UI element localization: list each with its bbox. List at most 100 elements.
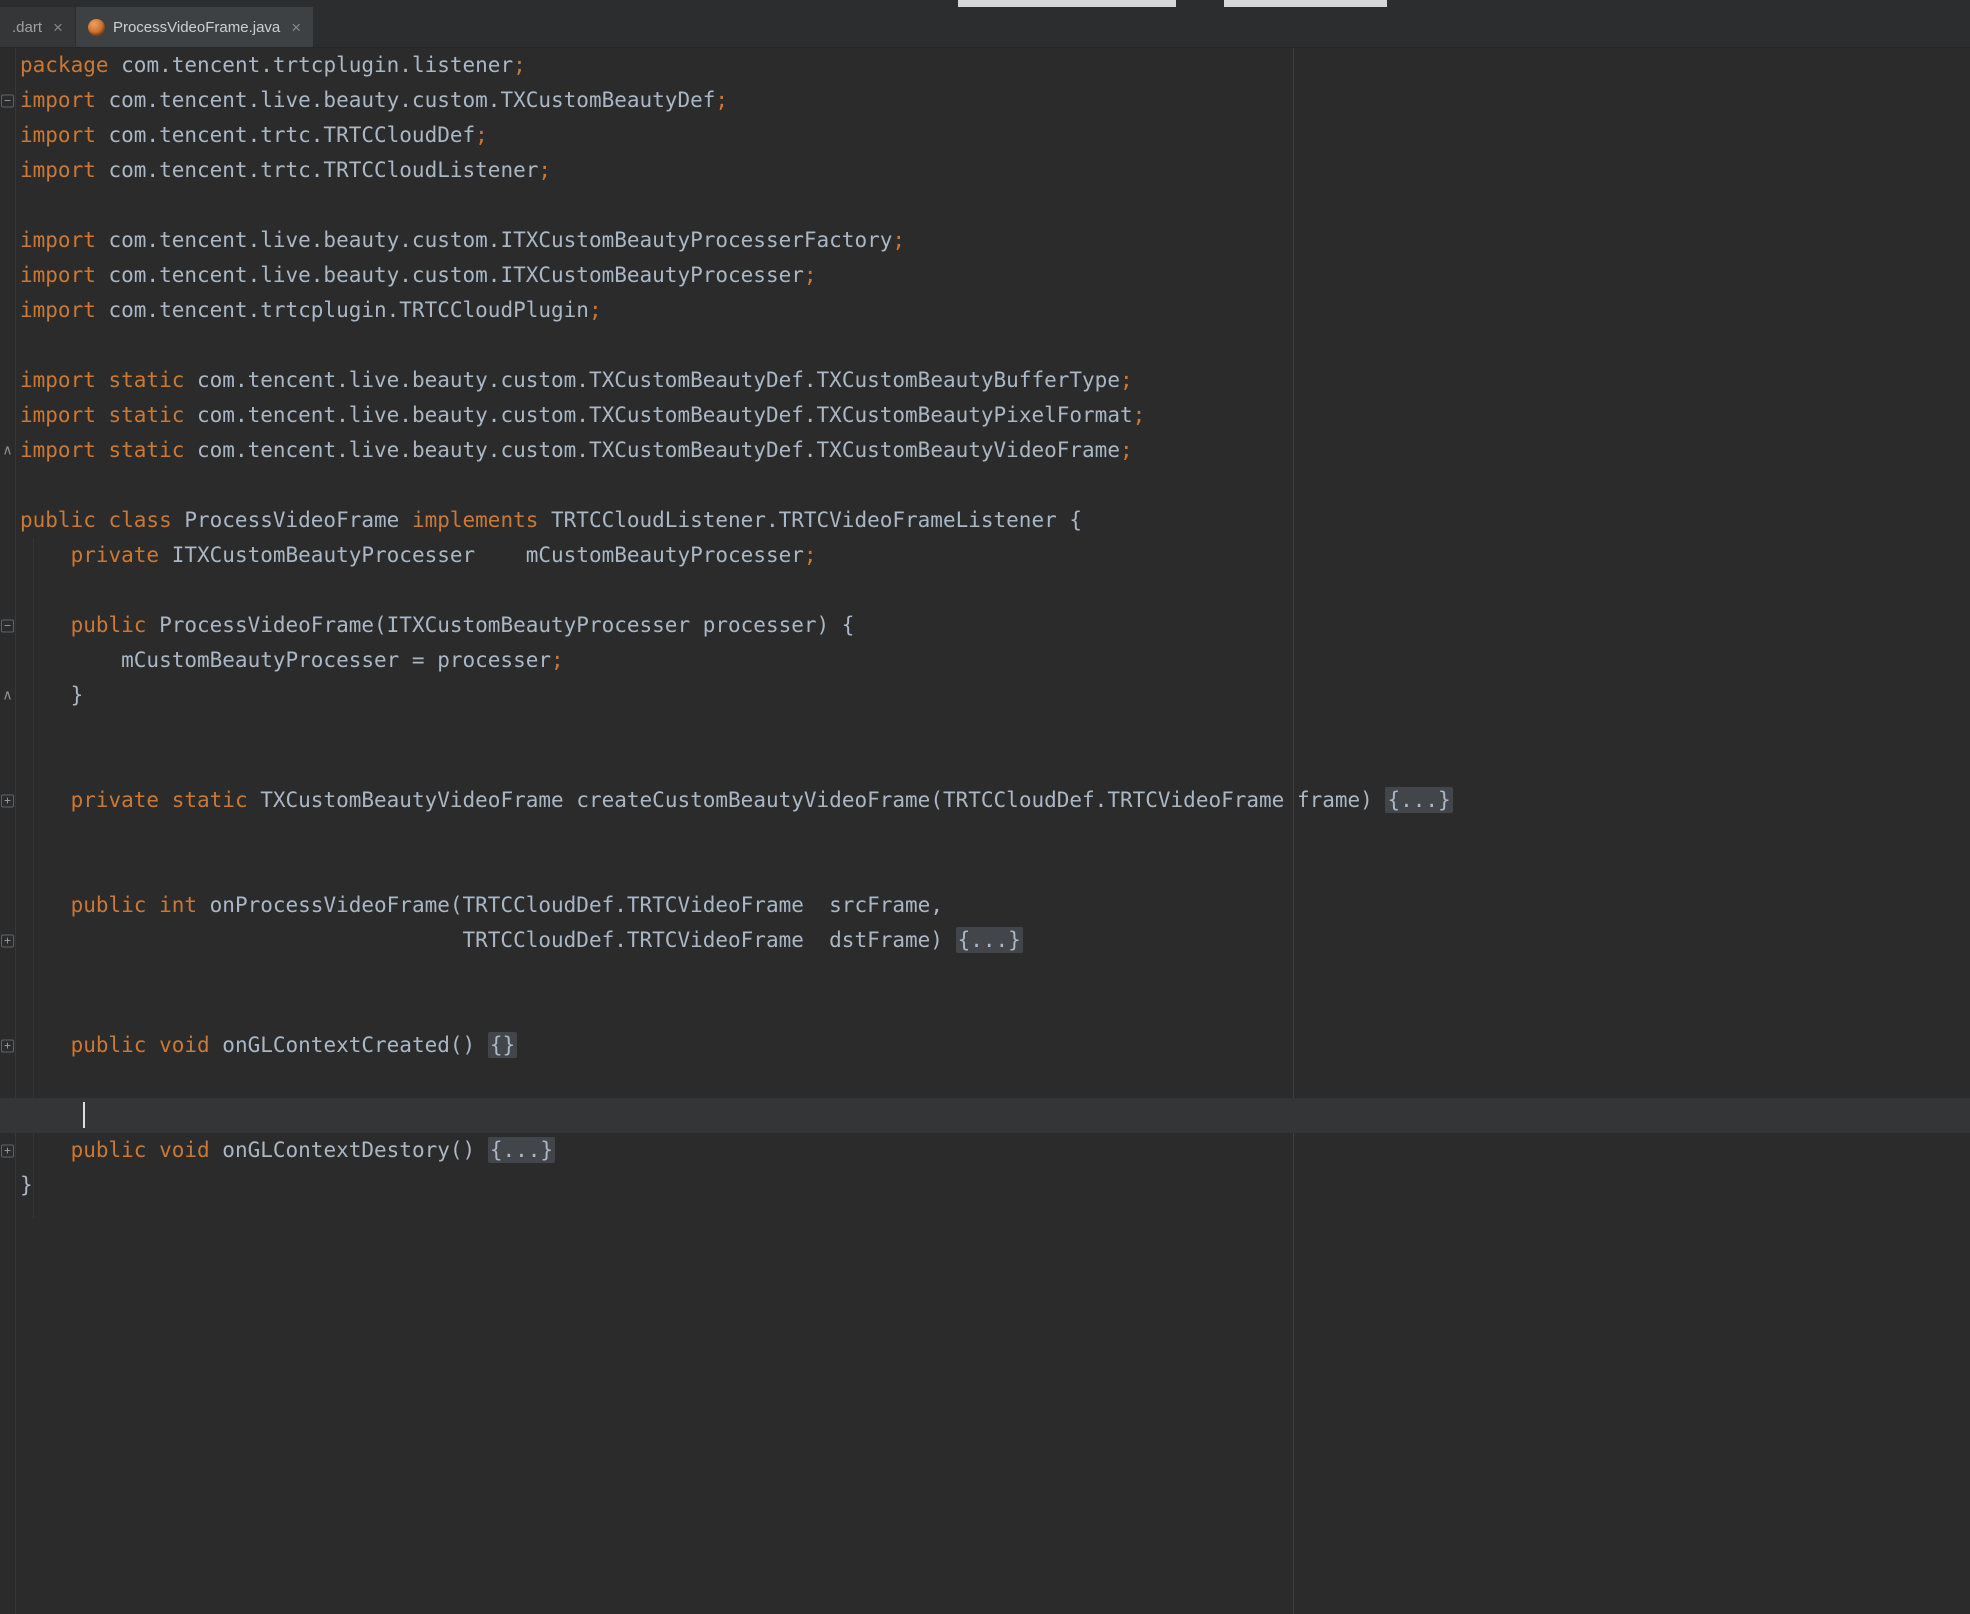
code-line[interactable]: public int onProcessVideoFrame(TRTCCloud… (0, 888, 1970, 923)
gutter (0, 503, 16, 538)
code-line[interactable]: + public void onGLContextCreated() {} (0, 1028, 1970, 1063)
folded-code-placeholder[interactable]: {} (488, 1032, 517, 1058)
close-icon[interactable]: × (291, 19, 301, 36)
gutter (0, 118, 16, 153)
gutter (0, 468, 16, 503)
gutter: + (0, 923, 16, 958)
code-line[interactable] (0, 818, 1970, 853)
code-text: import com.tencent.live.beauty.custom.IT… (16, 223, 905, 258)
fold-minus-icon[interactable]: − (1, 94, 14, 107)
gutter (0, 363, 16, 398)
code-text: public int onProcessVideoFrame(TRTCCloud… (16, 888, 943, 923)
keyword-token: import static (20, 368, 184, 392)
code-line[interactable] (0, 993, 1970, 1028)
code-line[interactable] (0, 713, 1970, 748)
fold-plus-icon[interactable]: + (1, 1039, 14, 1052)
keyword-token: import (20, 123, 96, 147)
code-line[interactable] (0, 748, 1970, 783)
code-line[interactable]: + private static TXCustomBeautyVideoFram… (0, 783, 1970, 818)
code-token: } (20, 1173, 33, 1197)
code-line[interactable] (0, 573, 1970, 608)
folded-code-placeholder[interactable]: {...} (1385, 787, 1452, 813)
gutter (0, 853, 16, 888)
keyword-token: ; (551, 648, 564, 672)
code-token: ProcessVideoFrame(ITXCustomBeautyProcess… (146, 613, 854, 637)
code-line[interactable]: + public void onGLContextDestory() {...} (0, 1133, 1970, 1168)
code-line[interactable]: private ITXCustomBeautyProcesser mCustom… (0, 538, 1970, 573)
gutter: ∧ (0, 433, 16, 468)
fold-minus-icon[interactable]: − (1, 619, 14, 632)
code-token: onGLContextDestory() (210, 1138, 488, 1162)
code-text: import static com.tencent.live.beauty.cu… (16, 433, 1133, 468)
gutter (0, 713, 16, 748)
code-line[interactable] (0, 188, 1970, 223)
code-line[interactable]: import com.tencent.trtc.TRTCCloudListene… (0, 153, 1970, 188)
code-token: ProcessVideoFrame (172, 508, 412, 532)
code-editor[interactable]: package com.tencent.trtcplugin.listener;… (0, 48, 1970, 1614)
code-token: onGLContextCreated() (210, 1033, 488, 1057)
fold-plus-icon[interactable]: + (1, 1144, 14, 1157)
tab-processvideoframe-java[interactable]: ProcessVideoFrame.java × (76, 7, 313, 47)
tab-dart[interactable]: .dart × (0, 7, 75, 47)
gutter (0, 188, 16, 223)
fold-plus-icon[interactable]: + (1, 794, 14, 807)
code-token (20, 1103, 83, 1127)
code-line[interactable]: −import com.tencent.live.beauty.custom.T… (0, 83, 1970, 118)
keyword-token: private (71, 543, 160, 567)
gutter (0, 153, 16, 188)
code-text: import static com.tencent.live.beauty.cu… (16, 398, 1145, 433)
code-line[interactable] (0, 468, 1970, 503)
code-line[interactable] (0, 958, 1970, 993)
code-text (16, 328, 20, 363)
code-line[interactable]: import com.tencent.trtc.TRTCCloudDef; (0, 118, 1970, 153)
code-line[interactable]: ∧import static com.tencent.live.beauty.c… (0, 433, 1970, 468)
code-token: TXCustomBeautyVideoFrame createCustomBea… (248, 788, 1386, 812)
folded-code-placeholder[interactable]: {...} (488, 1137, 555, 1163)
code-token (20, 613, 71, 637)
code-line[interactable]: import com.tencent.live.beauty.custom.IT… (0, 223, 1970, 258)
code-line[interactable]: import com.tencent.trtcplugin.TRTCCloudP… (0, 293, 1970, 328)
keyword-token: ; (715, 88, 728, 112)
code-token: onProcessVideoFrame(TRTCCloudDef.TRTCVid… (197, 893, 943, 917)
gutter (0, 888, 16, 923)
folded-code-placeholder[interactable]: {...} (956, 927, 1023, 953)
fold-plus-icon[interactable]: + (1, 934, 14, 947)
code-line[interactable] (0, 853, 1970, 888)
code-line[interactable]: mCustomBeautyProcesser = processer; (0, 643, 1970, 678)
fold-end-icon[interactable]: ∧ (1, 689, 14, 702)
keyword-token: ; (804, 263, 817, 287)
code-token: com.tencent.trtc.TRTCCloudListener (96, 158, 539, 182)
gutter: + (0, 1028, 16, 1063)
code-line[interactable]: import static com.tencent.live.beauty.cu… (0, 363, 1970, 398)
gutter: + (0, 783, 16, 818)
keyword-token: public void (71, 1033, 210, 1057)
keyword-token: public int (71, 893, 197, 917)
code-text (16, 468, 20, 503)
code-line[interactable]: } (0, 1168, 1970, 1203)
code-line[interactable] (0, 328, 1970, 363)
code-text: } (16, 678, 83, 713)
code-line[interactable] (0, 1098, 1970, 1133)
keyword-token: public class (20, 508, 172, 532)
code-text: import com.tencent.trtc.TRTCCloudListene… (16, 153, 551, 188)
close-icon[interactable]: × (53, 19, 63, 36)
gutter (0, 643, 16, 678)
code-token (20, 1033, 71, 1057)
code-line[interactable]: public class ProcessVideoFrame implement… (0, 503, 1970, 538)
code-line[interactable]: import com.tencent.live.beauty.custom.IT… (0, 258, 1970, 293)
code-line[interactable] (0, 1063, 1970, 1098)
code-line[interactable]: import static com.tencent.live.beauty.cu… (0, 398, 1970, 433)
code-text: import com.tencent.live.beauty.custom.TX… (16, 83, 728, 118)
code-token: com.tencent.live.beauty.custom.ITXCustom… (96, 263, 804, 287)
gutter (0, 293, 16, 328)
code-line[interactable]: − public ProcessVideoFrame(ITXCustomBeau… (0, 608, 1970, 643)
gutter (0, 818, 16, 853)
code-line[interactable]: package com.tencent.trtcplugin.listener; (0, 48, 1970, 83)
fold-end-icon[interactable]: ∧ (1, 444, 14, 457)
code-line[interactable]: ∧ } (0, 678, 1970, 713)
gutter (0, 398, 16, 433)
gutter: − (0, 83, 16, 118)
code-text: public ProcessVideoFrame(ITXCustomBeauty… (16, 608, 854, 643)
code-line[interactable]: + TRTCCloudDef.TRTCVideoFrame dstFrame) … (0, 923, 1970, 958)
code-text: public class ProcessVideoFrame implement… (16, 503, 1082, 538)
